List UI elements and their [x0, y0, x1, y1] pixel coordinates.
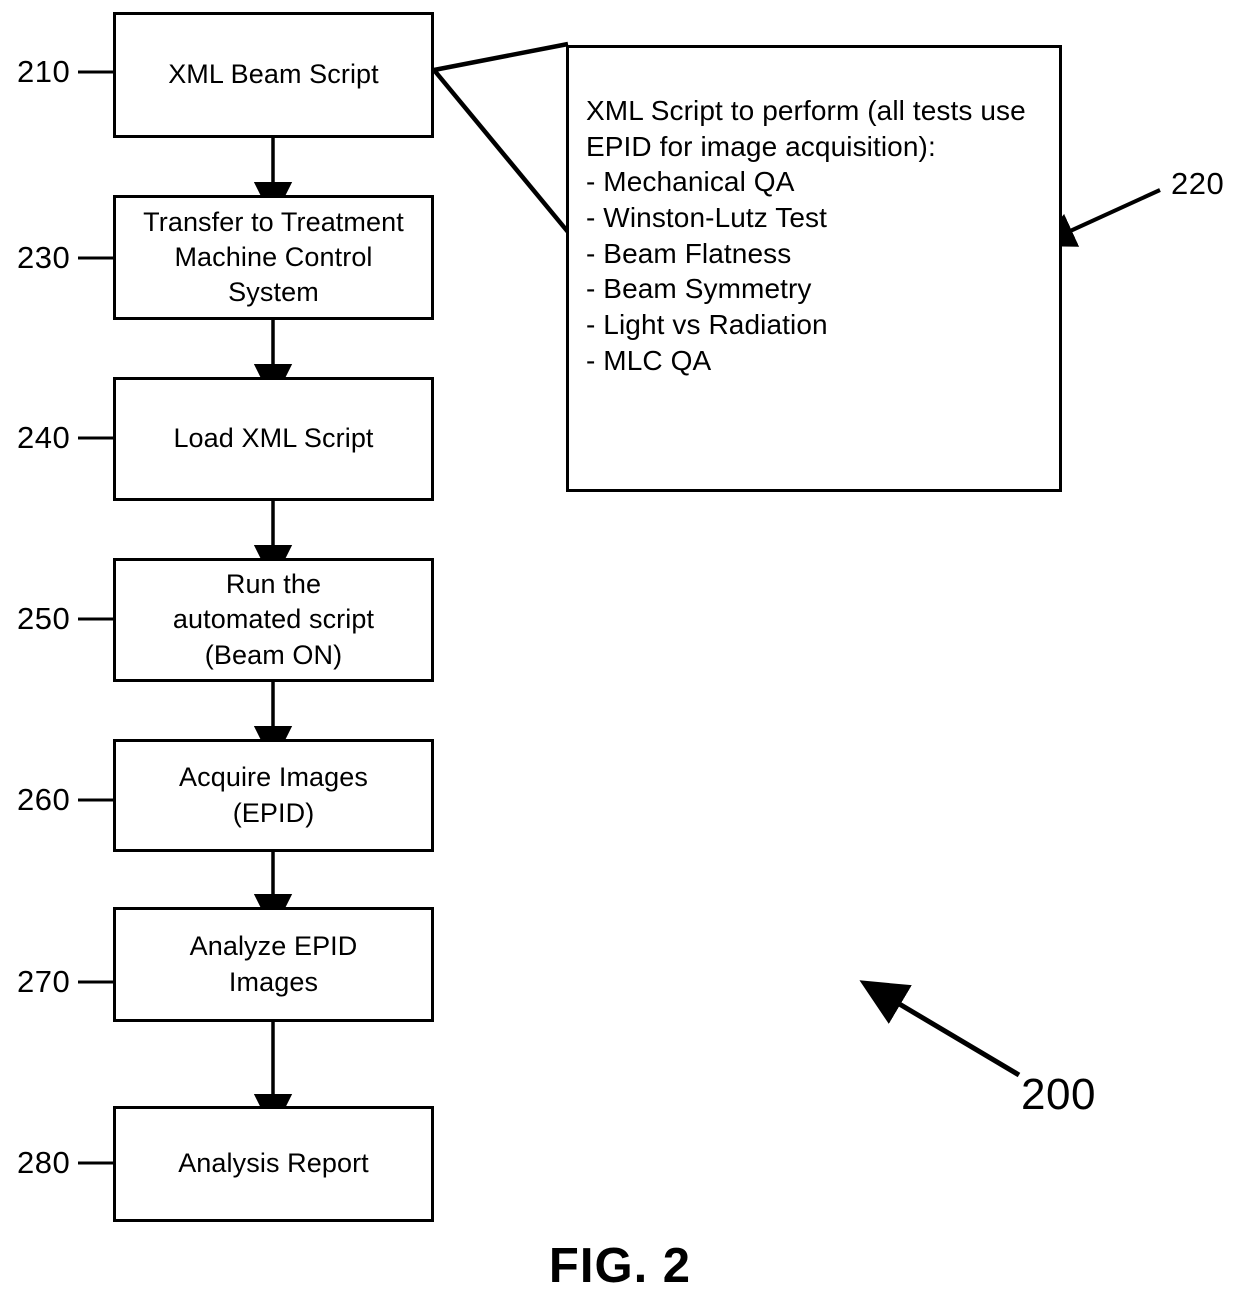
flow-node-label: Acquire Images (EPID)	[179, 762, 368, 828]
reference-number-250: 250	[17, 601, 71, 636]
reference-number-270: 270	[17, 964, 71, 999]
callout-connector-lower	[432, 68, 570, 234]
callout-annotation-text: XML Script to perform (all tests use EPI…	[586, 95, 1026, 376]
flow-node-acquire-images-epid[interactable]: Acquire Images (EPID)	[113, 739, 434, 852]
flow-node-xml-beam-script[interactable]: XML Beam Script	[113, 12, 434, 138]
flow-node-run-automated-script[interactable]: Run the automated script (Beam ON)	[113, 558, 434, 682]
flow-node-load-xml-script[interactable]: Load XML Script	[113, 377, 434, 501]
flow-node-analyze-epid-images[interactable]: Analyze EPID Images	[113, 907, 434, 1022]
reference-number-200: 200	[1021, 1070, 1096, 1119]
flow-node-label: Transfer to Treatment Machine Control Sy…	[143, 206, 404, 308]
leader-arrow-200	[859, 980, 1021, 1078]
leader-arrow-220	[1037, 188, 1161, 247]
flow-node-label: Analysis Report	[178, 1148, 369, 1179]
reference-number-280: 280	[17, 1145, 71, 1180]
flow-node-label: Load XML Script	[173, 423, 374, 454]
callout-connector-upper	[433, 41, 569, 73]
reference-number-220: 220	[1171, 166, 1225, 201]
figure-2-flowchart: XML Beam Script Transfer to Treatment Ma…	[0, 0, 1240, 1299]
reference-number-230: 230	[17, 240, 71, 275]
figure-caption: FIG. 2	[548, 1239, 692, 1293]
reference-number-260: 260	[17, 782, 71, 817]
flow-node-transfer-to-treatment-machine-control-system[interactable]: Transfer to Treatment Machine Control Sy…	[113, 195, 434, 320]
flow-node-analysis-report[interactable]: Analysis Report	[113, 1106, 434, 1222]
flow-node-label: Analyze EPID Images	[189, 931, 358, 997]
reference-number-240: 240	[17, 420, 71, 455]
flow-node-label: Run the automated script (Beam ON)	[172, 569, 375, 670]
flow-node-label: XML Beam Script	[168, 59, 379, 90]
reference-number-210: 210	[17, 54, 71, 89]
